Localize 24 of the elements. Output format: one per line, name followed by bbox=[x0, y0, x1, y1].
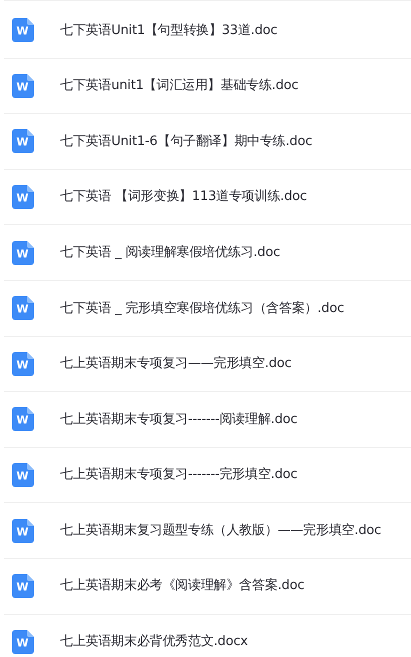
document-icon: W bbox=[12, 574, 34, 598]
document-icon: W bbox=[12, 240, 34, 265]
file-name[interactable]: 七上英语期末必考《阅读理解》含答案.doc bbox=[60, 576, 304, 596]
document-icon: W bbox=[12, 518, 34, 543]
document-icon: W bbox=[12, 463, 34, 488]
document-icon: W bbox=[12, 129, 34, 154]
file-name[interactable]: 七上英语期末复习题型专练（人教版）——完形填空.doc bbox=[60, 520, 382, 540]
file-name[interactable]: 七下英语unit1【词汇运用】基础专练.doc bbox=[60, 76, 298, 96]
document-icon: W bbox=[12, 407, 34, 432]
file-name[interactable]: 七下英语Unit1-6【句子翻译】期中专练.doc bbox=[60, 132, 312, 152]
file-name[interactable]: 七下英语 _ 阅读理解寒假培优练习.doc bbox=[60, 242, 280, 262]
file-name[interactable]: 七上英语期末专项复习——完形填空.doc bbox=[60, 354, 292, 374]
file-name[interactable]: 七上英语期末专项复习-------阅读理解.doc bbox=[60, 410, 298, 430]
file-name[interactable]: 七下英语Unit1【句型转换】33道.doc bbox=[60, 20, 278, 40]
document-icon: W bbox=[12, 74, 34, 98]
file-name[interactable]: 七上英语期末必背优秀范文.docx bbox=[60, 632, 248, 652]
file-name[interactable]: 七上英语期末专项复习-------完形填空.doc bbox=[60, 465, 298, 485]
document-icon: W bbox=[12, 630, 34, 654]
document-icon: W bbox=[12, 18, 34, 42]
document-icon: W bbox=[12, 352, 34, 376]
file-name[interactable]: 七下英语 【词形变换】113道专项训练.doc bbox=[60, 187, 307, 207]
file-name[interactable]: 七下英语 _ 完形填空寒假培优练习（含答案）.doc bbox=[60, 298, 344, 318]
document-icon: W bbox=[12, 185, 34, 210]
document-icon: W bbox=[12, 296, 34, 320]
